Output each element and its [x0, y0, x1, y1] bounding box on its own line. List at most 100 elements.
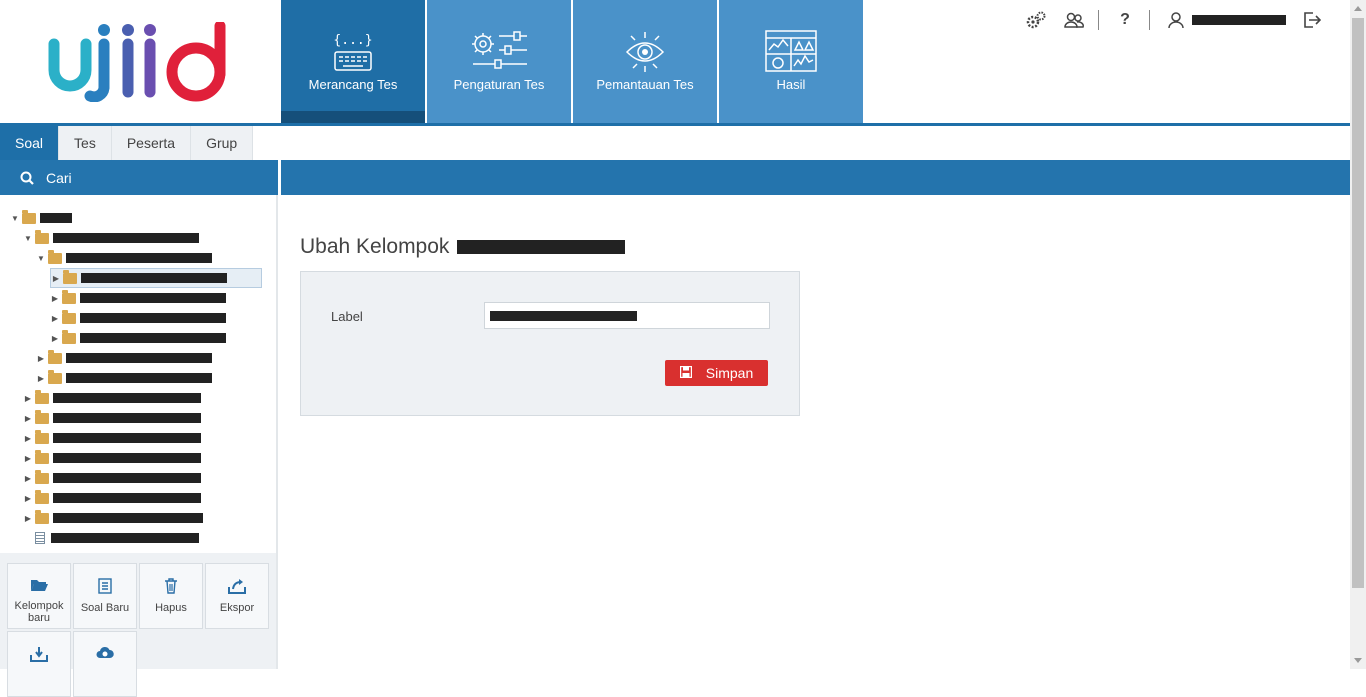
caret-right-icon[interactable]: ▶ [23, 454, 33, 463]
scroll-thumb[interactable] [1352, 18, 1364, 588]
folder-open-icon [35, 229, 49, 244]
tree-node[interactable]: ▶ [36, 349, 212, 367]
caret-right-icon[interactable]: ▶ [23, 474, 33, 483]
caret-down-icon[interactable]: ▼ [10, 214, 20, 223]
scroll-down-icon[interactable] [1354, 658, 1362, 663]
group-name-redacted [457, 240, 626, 254]
tree-node[interactable]: ▶ [23, 409, 201, 427]
trash-icon [140, 578, 202, 598]
username-redacted[interactable] [1192, 15, 1286, 25]
nav-pemantauan-tes[interactable]: Pemantauan Tes [573, 0, 717, 123]
scroll-up-icon[interactable] [1354, 6, 1362, 11]
page-scrollbar[interactable] [1350, 0, 1366, 669]
nav-merancang-tes[interactable]: {...} Merancang Tes [281, 0, 425, 123]
folder-open-icon [22, 209, 36, 224]
caret-right-icon[interactable]: ▶ [50, 334, 60, 343]
folder-open-icon [48, 249, 62, 264]
folder-icon [62, 329, 76, 344]
caret-right-icon[interactable]: ▶ [23, 434, 33, 443]
tree-node-selected[interactable]: ▶ [50, 268, 262, 288]
question-doc-icon [35, 532, 45, 544]
nav-label: Hasil [776, 77, 806, 92]
save-icon [679, 365, 692, 381]
tree-node[interactable]: ▶ [23, 429, 201, 447]
caret-right-icon[interactable]: ▶ [50, 314, 60, 323]
soal-baru-button[interactable]: Soal Baru [73, 563, 137, 629]
caret-down-icon[interactable]: ▼ [36, 254, 46, 263]
caret-right-icon[interactable]: ▶ [51, 274, 61, 283]
tree-node[interactable]: ▼ [23, 229, 199, 247]
tree-node[interactable]: ▶ [23, 449, 201, 467]
tool-label: Kelompok baru [14, 600, 64, 624]
help-icon[interactable]: ? [1113, 8, 1137, 32]
folder-icon [35, 509, 49, 524]
folder-icon [35, 489, 49, 504]
gears-icon[interactable] [1024, 8, 1048, 32]
caret-down-icon[interactable]: ▼ [23, 234, 33, 243]
users-icon[interactable] [1062, 8, 1086, 32]
nav-hasil[interactable]: Hasil [719, 0, 863, 123]
tree-node[interactable]: ▶ [23, 469, 201, 487]
page-title-text: Ubah Kelompok [300, 235, 450, 258]
page-title: Ubah Kelompok [300, 235, 626, 259]
edit-group-form: Label Simpan [300, 271, 800, 416]
tree-label-redacted [66, 353, 212, 363]
ekspor-button[interactable]: Ekspor [205, 563, 269, 629]
tree-label-redacted [51, 533, 199, 543]
left-panel: ▼ ▼ ▼ ▶ ▶ ▶ ▶ ▶ ▶ ▶ ▶ ▶ ▶ ▶ ▶ ▶ Kelompok… [0, 195, 278, 697]
tree-node[interactable]: ▶ [50, 329, 226, 347]
cloud-button[interactable] [73, 631, 137, 697]
tab-grup[interactable]: Grup [191, 126, 254, 160]
label-value-redacted [490, 311, 637, 321]
tree-label-redacted [53, 393, 201, 403]
tree-node[interactable]: ▼ [10, 209, 72, 227]
caret-right-icon[interactable]: ▶ [23, 494, 33, 503]
caret-right-icon[interactable]: ▶ [50, 294, 60, 303]
tool-label: Hapus [155, 602, 187, 614]
dashboard-chart-icon [765, 30, 817, 72]
import-icon [8, 646, 70, 666]
hapus-button[interactable]: Hapus [139, 563, 203, 629]
user-icon[interactable] [1164, 8, 1188, 32]
tree-node[interactable]: ▶ [23, 389, 201, 407]
tree-label-redacted [53, 453, 201, 463]
caret-right-icon[interactable]: ▶ [36, 354, 46, 363]
tree-node[interactable]: ▶ [50, 289, 226, 307]
tree-label-redacted [81, 273, 227, 283]
tab-tes[interactable]: Tes [59, 126, 112, 160]
caret-right-icon[interactable]: ▶ [23, 514, 33, 523]
tree-node-question[interactable] [33, 529, 199, 547]
logout-icon[interactable] [1300, 8, 1324, 32]
action-toolbox: Kelompok baru Soal Baru Hapus Ekspor [0, 553, 276, 697]
tree-node[interactable]: ▶ [23, 509, 203, 527]
simpan-button[interactable]: Simpan [665, 360, 768, 386]
folder-icon [35, 409, 49, 424]
tree-label-redacted [53, 473, 201, 483]
ujiid-logo[interactable] [48, 22, 234, 102]
tree-label-redacted [53, 513, 203, 523]
folder-icon [35, 469, 49, 484]
tree-node[interactable]: ▶ [23, 489, 201, 507]
search-bar[interactable]: Cari [0, 160, 278, 195]
tree-label-redacted [53, 413, 201, 423]
tree-label-redacted [66, 253, 212, 263]
tree-node[interactable]: ▶ [36, 369, 212, 387]
tree-label-redacted [53, 433, 201, 443]
tree-node[interactable]: ▶ [50, 309, 226, 327]
caret-right-icon[interactable]: ▶ [36, 374, 46, 383]
caret-right-icon[interactable]: ▶ [23, 394, 33, 403]
folder-icon [62, 289, 76, 304]
nav-pengaturan-tes[interactable]: Pengaturan Tes [427, 0, 571, 123]
code-keyboard-icon: {...} [333, 33, 373, 71]
top-toolbar: ? [1010, 8, 1324, 32]
tab-peserta[interactable]: Peserta [111, 126, 192, 160]
folder-icon [35, 389, 49, 404]
export-icon [206, 578, 268, 598]
tab-soal[interactable]: Soal [0, 126, 60, 160]
kelompok-baru-button[interactable]: Kelompok baru [7, 563, 71, 629]
tree-label-redacted [53, 493, 201, 503]
tree-node[interactable]: ▼ [36, 249, 212, 267]
impor-button[interactable] [7, 631, 71, 697]
content-header-bar [281, 160, 1350, 195]
caret-right-icon[interactable]: ▶ [23, 414, 33, 423]
